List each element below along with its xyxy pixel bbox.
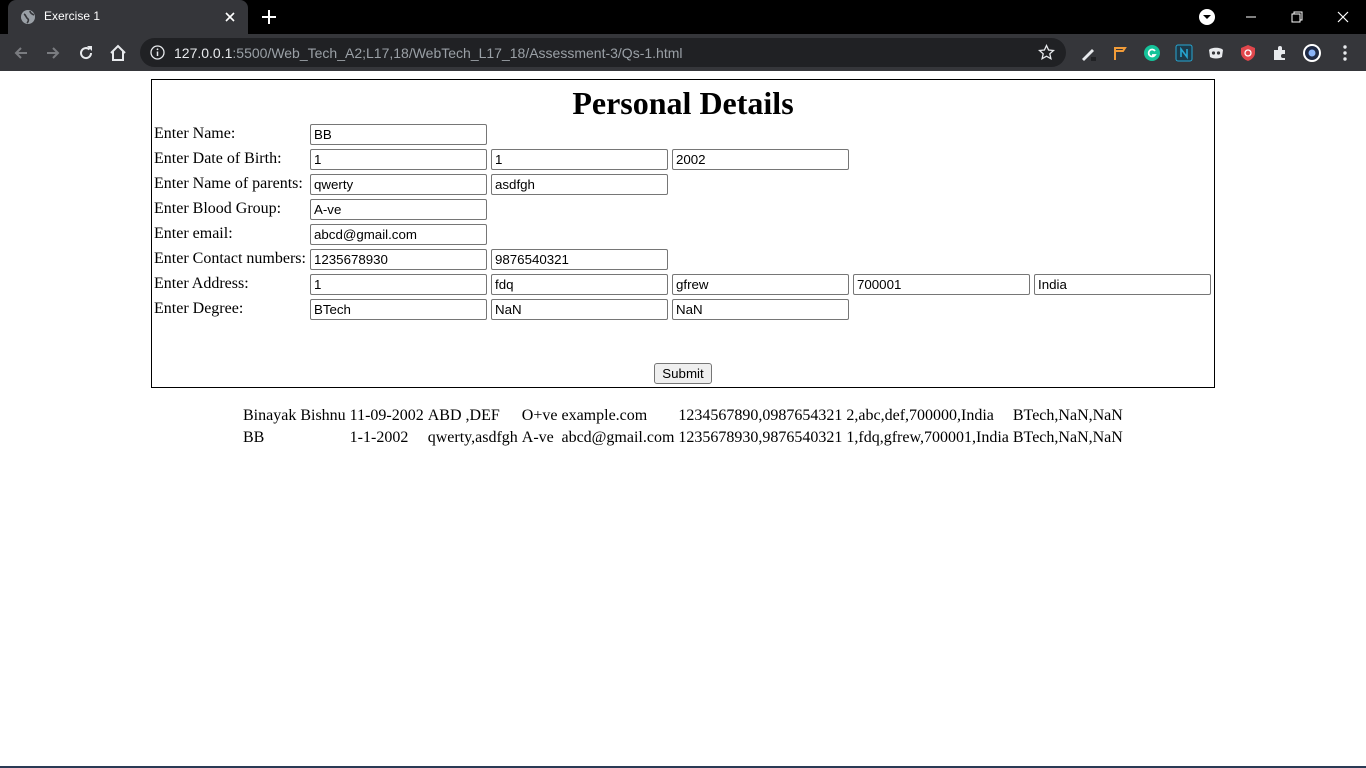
parents-label: Enter Name of parents: [154, 175, 303, 192]
result-address: 1,fdq,gfrew,700001,India [846, 429, 1009, 446]
dob-year-input[interactable] [672, 149, 849, 170]
browser-toolbar: 127.0.0.1:5500/Web_Tech_A2;L17,18/WebTec… [0, 34, 1366, 71]
address5-input[interactable] [1034, 274, 1211, 295]
address3-input[interactable] [672, 274, 849, 295]
result-name: Binayak Bishnu [243, 407, 346, 424]
result-degree: BTech,NaN,NaN [1012, 429, 1123, 446]
submit-button[interactable]: Submit [654, 363, 712, 384]
dob-day-input[interactable] [310, 149, 487, 170]
address1-input[interactable] [310, 274, 487, 295]
new-tab-plus-icon[interactable] [260, 8, 278, 26]
personal-details-form: Personal Details Enter Name: Enter Date … [151, 79, 1215, 388]
degree-label: Enter Degree: [154, 300, 244, 317]
flag-extension-icon[interactable] [1110, 43, 1130, 63]
minimize-icon[interactable] [1228, 0, 1274, 34]
page-title: Personal Details [572, 85, 794, 121]
tab-title: Exercise 1 [44, 9, 101, 23]
close-tab-icon[interactable] [222, 9, 238, 25]
results-table: Binayak Bishnu 11-09-2002 ABD ,DEF O+ve … [243, 405, 1127, 449]
restore-window-icon[interactable] [1274, 0, 1320, 34]
table-row: Binayak Bishnu 11-09-2002 ABD ,DEF O+ve … [243, 405, 1127, 427]
puzzle-extensions-icon[interactable] [1270, 43, 1290, 63]
email-label: Enter email: [154, 225, 233, 242]
browser-tab[interactable]: Exercise 1 [8, 0, 248, 34]
result-parents: ABD ,DEF [427, 407, 500, 424]
result-blood-group: O+ve [521, 407, 558, 424]
globe-icon [20, 9, 36, 25]
result-degree: BTech,NaN,NaN [1012, 407, 1123, 424]
contact2-input[interactable] [491, 249, 668, 270]
table-row: BB 1-1-2002 qwerty,asdfgh A-ve abcd@gmai… [243, 427, 1127, 449]
address-label: Enter Address: [154, 275, 249, 292]
forward-arrow-icon[interactable] [42, 42, 64, 64]
result-dob: 11-09-2002 [349, 407, 424, 424]
dob-month-input[interactable] [491, 149, 668, 170]
browser-titlebar: Exercise 1 [0, 0, 1366, 34]
result-name: BB [243, 429, 265, 446]
result-blood-group: A-ve [521, 429, 554, 446]
bookmark-star-icon[interactable] [1037, 43, 1056, 61]
site-info-icon[interactable] [150, 45, 165, 60]
result-contacts: 1235678930,9876540321 [678, 429, 843, 446]
close-window-icon[interactable] [1320, 0, 1366, 34]
address4-input[interactable] [853, 274, 1030, 295]
kebab-menu-icon[interactable] [1336, 43, 1354, 63]
grammarly-icon[interactable] [1142, 43, 1162, 63]
email-input[interactable] [310, 224, 487, 245]
result-address: 2,abc,def,700000,India [846, 407, 994, 424]
result-email: example.com [561, 407, 648, 424]
results-output: Binayak Bishnu 11-09-2002 ABD ,DEF O+ve … [243, 405, 1127, 449]
contact-label: Enter Contact numbers: [154, 250, 306, 267]
blood-group-input[interactable] [310, 199, 487, 220]
address-bar[interactable]: 127.0.0.1:5500/Web_Tech_A2;L17,18/WebTec… [140, 38, 1066, 67]
mask-extension-icon[interactable] [1206, 43, 1226, 63]
shield-extension-icon[interactable] [1238, 43, 1258, 63]
blood-group-label: Enter Blood Group: [154, 200, 282, 217]
url-host: 127.0.0.1 [174, 45, 233, 61]
result-contacts: 1234567890,0987654321 [678, 407, 843, 424]
profile-avatar-icon[interactable] [1302, 43, 1322, 63]
url-text[interactable]: 127.0.0.1:5500/Web_Tech_A2;L17,18/WebTec… [174, 45, 682, 61]
home-icon[interactable] [107, 42, 129, 64]
name-label: Enter Name: [154, 125, 236, 142]
parent1-input[interactable] [310, 174, 487, 195]
degree2-input[interactable] [491, 299, 668, 320]
result-dob: 1-1-2002 [349, 429, 409, 446]
dob-label: Enter Date of Birth: [154, 150, 282, 167]
contact1-input[interactable] [310, 249, 487, 270]
parent2-input[interactable] [491, 174, 668, 195]
tab-search-dropdown-icon[interactable] [1198, 8, 1216, 26]
address2-input[interactable] [491, 274, 668, 295]
degree3-input[interactable] [672, 299, 849, 320]
name-input[interactable] [310, 124, 487, 145]
result-email: abcd@gmail.com [561, 429, 675, 446]
pen-extension-icon[interactable] [1078, 43, 1098, 63]
url-path: :5500/Web_Tech_A2;L17,18/WebTech_L17_18/… [232, 45, 683, 61]
notion-extension-icon[interactable] [1174, 43, 1194, 63]
reload-icon[interactable] [75, 42, 97, 64]
result-parents: qwerty,asdfgh [427, 429, 518, 446]
back-arrow-icon[interactable] [10, 42, 32, 64]
degree1-input[interactable] [310, 299, 487, 320]
